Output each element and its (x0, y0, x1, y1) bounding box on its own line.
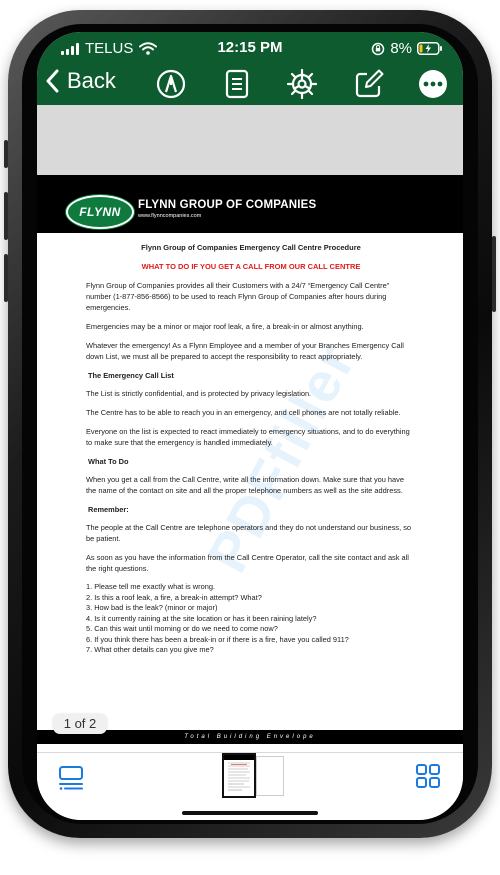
list-item: 5. Can this wait until morning or do we … (86, 624, 278, 633)
app-header: TELUS 12:15 PM 8% Back (37, 32, 463, 105)
document-page: FLYNN FLYNN GROUP OF COMPANIES www.flynn… (37, 175, 463, 752)
document-banner: FLYNN FLYNN GROUP OF COMPANIES www.flynn… (37, 175, 463, 233)
flynn-logo: FLYNN (66, 195, 134, 229)
paragraph: When you get a call from the Call Centre… (86, 475, 404, 495)
phone-screen: TELUS 12:15 PM 8% Back FLYNN FLYNN GROUP… (37, 32, 463, 820)
document-content: Flynn Group of Companies Emergency Call … (86, 242, 416, 656)
list-item: 4. Is it currently raining at the site l… (86, 613, 317, 623)
toolbar: Back (37, 66, 463, 102)
logo-text: FLYNN (79, 205, 121, 219)
company-website: www.flynncompanies.com (138, 213, 202, 219)
paragraph: Whatever the emergency! As a Flynn Emplo… (86, 341, 404, 361)
chevron-left-icon (46, 69, 59, 93)
status-right-group: 8% (371, 40, 443, 57)
settings-gear-icon[interactable] (286, 68, 318, 100)
list-item: 1. Please tell me exactly what is wrong. (86, 582, 215, 591)
paragraph: The List is strictly confidential, and i… (86, 389, 312, 398)
side-button-volume-down (4, 254, 8, 302)
annotate-pen-icon[interactable] (155, 68, 187, 100)
paragraph: The Centre has to be able to reach you i… (86, 408, 401, 417)
list-item: 3. How bad is the leak? (minor or major) (86, 603, 218, 612)
section-heading-call-list: The Emergency Call List (88, 371, 174, 380)
document-viewer[interactable]: FLYNN FLYNN GROUP OF COMPANIES www.flynn… (37, 105, 463, 753)
list-item: 7. What other details can you give me? (86, 645, 214, 654)
back-button[interactable]: Back (45, 68, 116, 94)
status-bar: TELUS 12:15 PM 8% (37, 38, 463, 60)
home-indicator[interactable] (182, 811, 318, 815)
paragraph: The people at the Call Centre are teleph… (86, 523, 411, 543)
paragraph: Flynn Group of Companies provides all th… (86, 281, 390, 312)
grid-view-icon[interactable] (415, 763, 441, 789)
section-heading-remember: Remember: (88, 505, 129, 514)
list-item: 6. If you think there has been a break-i… (86, 634, 349, 644)
page-thumbnail-2[interactable] (256, 756, 284, 796)
side-button-power (492, 236, 496, 312)
page-indicator: 1 of 2 (53, 714, 107, 734)
document-subtitle: WHAT TO DO IF YOU GET A CALL FROM OUR CA… (141, 262, 361, 271)
more-icon[interactable] (417, 68, 449, 100)
back-label: Back (67, 68, 116, 93)
list-item: 2. Is this a roof leak, a fire, a break-… (86, 592, 262, 602)
paragraph: As soon as you have the information from… (86, 553, 409, 573)
page-thumbnail-1[interactable] (222, 753, 256, 798)
battery-percent: 8% (390, 40, 412, 57)
questions-list: 1. Please tell me exactly what is wrong.… (86, 582, 416, 656)
document-icon[interactable] (221, 68, 253, 100)
side-button-volume-up (4, 192, 8, 240)
company-name: FLYNN GROUP OF COMPANIES (138, 199, 317, 211)
thumbnails-list-icon[interactable] (57, 763, 85, 791)
paragraph: Everyone on the list is expected to reac… (86, 427, 410, 447)
edit-icon[interactable] (353, 68, 385, 100)
battery-charging-icon (417, 42, 442, 55)
side-button-mute (4, 140, 8, 168)
paragraph: Emergencies may be a minor or major roof… (86, 322, 364, 331)
section-heading-what-to-do: What To Do (88, 457, 129, 466)
document-title: Flynn Group of Companies Emergency Call … (141, 243, 361, 252)
page-thumbnail-1-preview (224, 755, 254, 791)
bottom-bar (37, 753, 463, 820)
orientation-lock-icon (372, 42, 385, 55)
